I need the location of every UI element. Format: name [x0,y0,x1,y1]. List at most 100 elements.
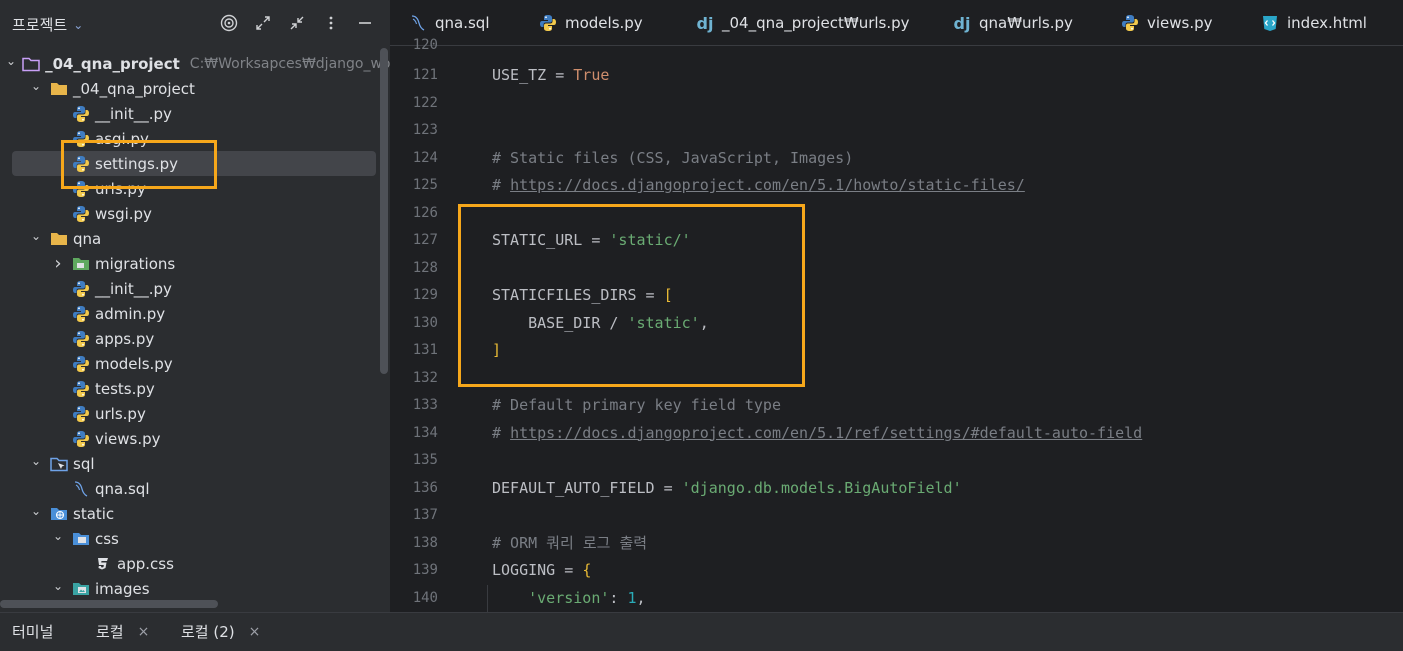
tree-item[interactable]: urls.py [0,401,378,426]
tree-item[interactable]: models.py [0,351,378,376]
python-icon [72,430,90,448]
tree-item[interactable]: qna.sql [0,476,378,501]
tree-item[interactable]: __init__.py [0,276,378,301]
code-line: # Static files (CSS, JavaScript, Images) [492,145,853,172]
terminal-tool-window-bar: 터미널 로컬 × 로컬 (2) × [0,612,1403,651]
tree-item[interactable]: admin.py [0,301,378,326]
tree-item[interactable]: ⌄ images [0,576,378,601]
editor-tab[interactable]: views.py [1120,0,1213,46]
tree-item[interactable]: settings.py [12,151,376,176]
tree-vertical-scrollbar[interactable] [380,48,388,374]
css-file-icon [94,555,112,573]
tree-item-label: views.py [95,429,161,448]
chevron-down-icon[interactable]: ⌄ [50,578,66,594]
line-number: 136 [412,479,438,496]
editor-tab[interactable]: models.py [538,0,643,46]
tree-horizontal-scrollbar[interactable] [0,600,218,608]
chevron-down-icon[interactable]: ⌄ [28,453,44,469]
tree-item[interactable]: wsgi.py [0,201,378,226]
tree-item-label: qna.sql [95,479,150,498]
tree-item-label: css [95,529,119,548]
python-icon [72,305,90,323]
tree-item-label: static [73,504,115,523]
code-link[interactable]: https://docs.djangoproject.com/en/5.1/ho… [510,176,1025,194]
tree-item[interactable]: apps.py [0,326,378,351]
tree-item-label: models.py [95,354,173,373]
terminal-tab-local[interactable]: 로컬 × [96,621,149,642]
terminal-title-label: 터미널 [12,623,54,641]
tree-item-label: urls.py [95,179,146,198]
editor-tab-label: qna₩urls.py [979,14,1073,32]
target-icon[interactable] [218,12,240,34]
chevron-down-icon[interactable]: ⌄ [6,53,16,69]
chevron-right-icon[interactable]: › [50,253,66,274]
editor-tab[interactable]: index.html [1260,0,1367,46]
close-icon[interactable]: × [249,624,261,640]
minimize-icon[interactable] [354,12,376,34]
tree-item[interactable]: › migrations [0,251,378,276]
collapse-icon[interactable] [286,12,308,34]
code-line: # ORM 쿼리 로그 출력 [492,530,647,557]
tree-item[interactable]: ⌄ _04_qna_project [0,76,378,101]
line-number: 126 [412,204,438,221]
editor-tab-label: _04_qna_project₩urls.py [722,14,910,32]
django-icon: dj [953,13,971,33]
python-icon [72,405,90,423]
code-token: True [573,66,610,84]
editor-tab[interactable]: dj qna₩urls.py [952,0,1073,46]
code-token: USE_TZ = [492,66,574,84]
line-number: 125 [412,177,438,193]
tree-item[interactable]: ⌄ static [0,501,378,526]
code-line: USE_TZ = True [492,62,609,89]
code-line: # https://docs.djangoproject.com/en/5.1/… [492,172,1025,199]
line-number: 135 [412,452,438,468]
tree-item[interactable]: views.py [0,426,378,451]
tree-item[interactable]: ⌄ _04_qna_project C:₩Worksapces₩django_wor [0,51,390,76]
code-token: # [492,423,511,442]
chevron-down-icon[interactable]: ⌄ [50,528,66,544]
tree-item[interactable]: ⌄ qna [0,226,378,251]
web-folder-icon [50,505,68,523]
code-line: 'version': 1, [492,585,645,612]
python-icon [72,180,90,198]
tree-item-label: settings.py [95,154,178,173]
code-token: BASE_DIR / [492,313,628,332]
tree-item[interactable]: tests.py [0,376,378,401]
terminal-title[interactable]: 터미널 [12,621,53,642]
code-link[interactable]: https://docs.djangoproject.com/en/5.1/re… [510,424,1142,442]
tree-item-label: apps.py [95,329,155,348]
line-number: 134 [412,424,438,441]
editor-tab[interactable]: dj _04_qna_project₩urls.py [695,0,910,46]
code-area[interactable]: USE_TZ = True # Static files (CSS, JavaSc… [492,46,1392,612]
tree-item[interactable]: __init__.py [0,101,378,126]
chevron-down-icon[interactable]: ⌄ [28,228,44,244]
line-number-gutter: 120 121 122 123 124 125 126 127 128 129 130 131 132… [390,37,460,612]
line-number: 123 [412,122,438,138]
terminal-tab-local-2[interactable]: 로컬 (2) × [181,621,260,642]
code-token: STATICFILES_DIRS = [492,286,664,304]
close-icon[interactable]: × [138,624,150,640]
project-view-selector[interactable]: 프로젝트 ⌄ [12,14,83,35]
more-icon[interactable] [320,12,342,34]
project-path-hint: C:₩Worksapces₩django_wor [189,55,390,72]
tree-item[interactable]: app.css [0,551,378,576]
tree-item[interactable]: ⌄ css [0,526,378,551]
expand-icon[interactable] [252,12,274,34]
chevron-down-icon[interactable]: ⌄ [28,78,44,94]
editor-tab-label: index.html [1287,14,1367,32]
tree-item[interactable]: urls.py [0,176,378,201]
code-token: LOGGING = [492,561,583,579]
line-number-partial: 120 [412,37,438,53]
images-folder-icon [72,580,90,598]
tree-item[interactable]: ⌄ sql [0,451,378,476]
chevron-down-icon[interactable]: ⌄ [28,503,44,519]
tree-item[interactable]: asgi.py [0,126,378,151]
code-token: 'static' [627,313,700,332]
